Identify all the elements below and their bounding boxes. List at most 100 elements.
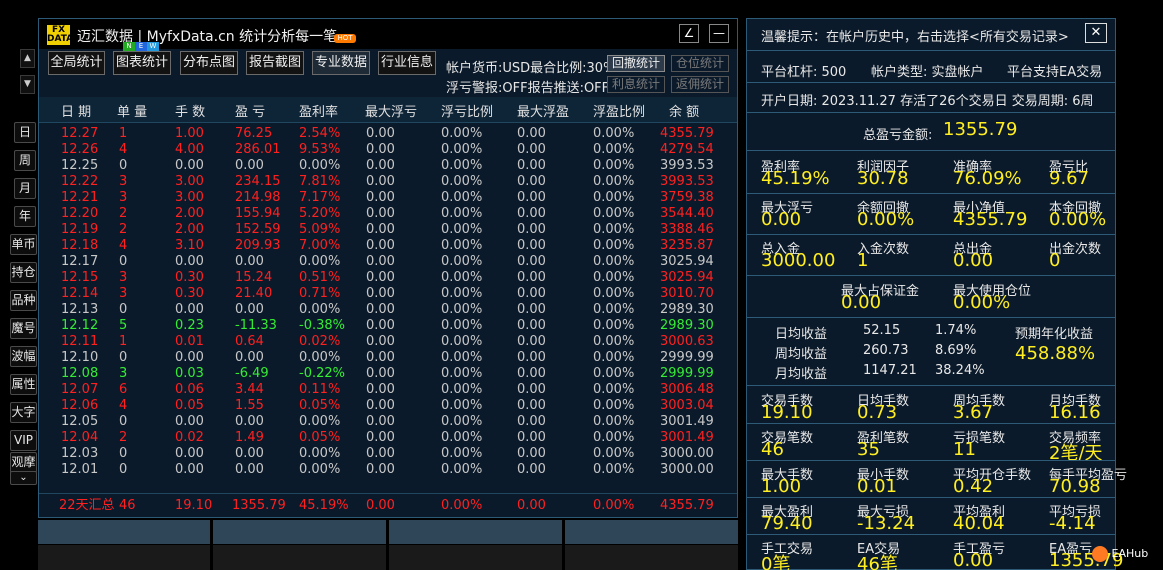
cell-pnl: 209.93 <box>235 238 281 253</box>
edit-icon[interactable]: ∠ <box>679 24 699 43</box>
close-icon[interactable]: ✕ <box>1085 23 1107 43</box>
scroll-down-button[interactable]: ▼ <box>20 75 35 94</box>
distribution-plot-button[interactable]: 分布点图 <box>180 51 238 75</box>
cell-date: 12.03 <box>61 446 99 461</box>
table-row[interactable]: 12.17 0 0.00 0.00 0.00% 0.00 0.00% 0.00 0.00% 302… <box>39 254 737 270</box>
cell-profit-rate: 7.00% <box>299 238 341 253</box>
table-row[interactable]: 12.03 0 0.00 0.00 0.00% 0.00 0.00% 0.00 0.00% 300… <box>39 446 737 462</box>
report-screenshot-button[interactable]: 报告截图 <box>246 51 304 75</box>
header-lots[interactable]: 手 数 <box>175 101 205 120</box>
tab-large-font[interactable]: 大字 <box>10 402 37 423</box>
cell-balance: 3000.00 <box>660 462 714 477</box>
tab-symbols[interactable]: 品种 <box>10 290 37 311</box>
stat-value: 3000.00 <box>761 250 836 271</box>
minimize-button[interactable]: — <box>709 24 729 43</box>
cell-pnl: 15.24 <box>235 270 273 285</box>
withdraw-stats-button[interactable]: 回撤统计 <box>607 55 665 72</box>
more-tabs-chevron-icon[interactable]: ⌄ <box>10 471 37 485</box>
industry-info-button[interactable]: 行业信息 <box>378 51 436 75</box>
scroll-up-button[interactable]: ▲ <box>20 49 35 68</box>
cell-profit-rate: 0.00% <box>299 350 341 365</box>
table-row[interactable]: 12.18 4 3.10 209.93 7.00% 0.00 0.00% 0.00 0.00% 3… <box>39 238 737 254</box>
tab-vip[interactable]: VIP <box>10 430 37 451</box>
table-row[interactable]: 12.10 0 0.00 0.00 0.00% 0.00 0.00% 0.00 0.00% 299… <box>39 350 737 366</box>
cell-float-loss-ratio: 0.00% <box>441 318 483 333</box>
header-profit-rate[interactable]: 盈利率 <box>299 101 338 120</box>
stat-value: 40.04 <box>953 513 1005 534</box>
cell-max-float-loss: 0.00 <box>366 398 395 413</box>
summary-max-float-loss: 0.00 <box>366 498 395 513</box>
cell-date: 12.08 <box>61 366 99 381</box>
table-row[interactable]: 12.08 3 0.03 -6.49 -0.22% 0.00 0.00% 0.00 0.00% 2… <box>39 366 737 382</box>
table-row[interactable]: 12.11 1 0.01 0.64 0.02% 0.00 0.00% 0.00 0.00% 300… <box>39 334 737 350</box>
cell-lots: 0.06 <box>175 382 204 397</box>
tab-holdings[interactable]: 持仓 <box>10 262 37 283</box>
table-row[interactable]: 12.20 2 2.00 155.94 5.20% 0.00 0.00% 0.00 0.00% 3… <box>39 206 737 222</box>
cell-date: 12.06 <box>61 398 99 413</box>
header-float-loss-ratio[interactable]: 浮亏比例 <box>441 101 493 120</box>
cell-max-float-loss: 0.00 <box>366 174 395 189</box>
table-row[interactable]: 12.21 3 3.00 214.98 7.17% 0.00 0.00% 0.00 0.00% 3… <box>39 190 737 206</box>
tab-day[interactable]: 日 <box>14 122 36 143</box>
cell-profit-rate: 0.05% <box>299 430 341 445</box>
table-row[interactable]: 12.15 3 0.30 15.24 0.51% 0.00 0.00% 0.00 0.00% 30… <box>39 270 737 286</box>
summary-lots: 19.10 <box>175 498 213 513</box>
bottom-bar-1[interactable] <box>38 520 210 544</box>
table-row[interactable]: 12.22 3 3.00 234.15 7.81% 0.00 0.00% 0.00 0.00% 3… <box>39 174 737 190</box>
header-max-float-loss[interactable]: 最大浮亏 <box>365 101 417 120</box>
cell-lots: 3.00 <box>175 190 204 205</box>
table-row[interactable]: 12.05 0 0.00 0.00 0.00% 0.00 0.00% 0.00 0.00% 300… <box>39 414 737 430</box>
cell-date: 12.04 <box>61 430 99 445</box>
cell-lots: 4.00 <box>175 142 204 157</box>
table-row[interactable]: 12.01 0 0.00 0.00 0.00% 0.00 0.00% 0.00 0.00% 300… <box>39 462 737 478</box>
tab-attributes[interactable]: 属性 <box>10 374 37 395</box>
cell-orders: 4 <box>119 238 128 253</box>
stat-value: 0.42 <box>953 476 994 497</box>
header-date[interactable]: 日 期 <box>61 101 91 120</box>
tab-magic-number[interactable]: 魔号 <box>10 318 37 339</box>
interest-stats-button[interactable]: 利息统计 <box>607 76 665 93</box>
bottom-bar-3[interactable] <box>389 520 562 544</box>
table-row[interactable]: 12.14 3 0.30 21.40 0.71% 0.00 0.00% 0.00 0.00% 30… <box>39 286 737 302</box>
table-row[interactable]: 12.27 1 1.00 76.25 2.54% 0.00 0.00% 0.00 0.00% 43… <box>39 126 737 142</box>
cell-profit-rate: 0.00% <box>299 414 341 429</box>
tab-observe[interactable]: 观摩 <box>10 452 37 473</box>
bottom-bar-2[interactable] <box>213 520 386 544</box>
header-balance[interactable]: 余 额 <box>669 101 699 120</box>
table-row[interactable]: 12.13 0 0.00 0.00 0.00% 0.00 0.00% 0.00 0.00% 298… <box>39 302 737 318</box>
bottom-bar-5 <box>38 545 210 570</box>
cell-float-loss-ratio: 0.00% <box>441 430 483 445</box>
table-row[interactable]: 12.04 2 0.02 1.49 0.05% 0.00 0.00% 0.00 0.00% 300… <box>39 430 737 446</box>
table-row[interactable]: 12.06 4 0.05 1.55 0.05% 0.00 0.00% 0.00 0.00% 300… <box>39 398 737 414</box>
header-orders[interactable]: 单 量 <box>117 101 147 120</box>
table-row[interactable]: 12.07 6 0.06 3.44 0.11% 0.00 0.00% 0.00 0.00% 300… <box>39 382 737 398</box>
cell-orders: 4 <box>119 398 128 413</box>
cell-max-float-profit: 0.00 <box>517 126 546 141</box>
new-badge-w: W <box>147 42 159 51</box>
pro-data-button[interactable]: 专业数据 <box>312 51 370 75</box>
cell-float-loss-ratio: 0.00% <box>441 350 483 365</box>
tab-single-currency[interactable]: 单币 <box>10 234 37 255</box>
table-row[interactable]: 12.25 0 0.00 0.00 0.00% 0.00 0.00% 0.00 0.00% 399… <box>39 158 737 174</box>
header-pnl[interactable]: 盈 亏 <box>235 101 265 120</box>
table-row[interactable]: 12.12 5 0.23 -11.33 -0.38% 0.00 0.00% 0.00 0.00%… <box>39 318 737 334</box>
chart-stats-button[interactable]: 图表统计 <box>113 51 171 75</box>
tab-volatility[interactable]: 波幅 <box>10 346 37 367</box>
bottom-bar-4[interactable] <box>565 520 738 544</box>
bottom-bar-6 <box>213 545 386 570</box>
table-row[interactable]: 12.26 4 4.00 286.01 9.53% 0.00 0.00% 0.00 0.00% 4… <box>39 142 737 158</box>
tab-month[interactable]: 月 <box>14 178 36 199</box>
tab-week[interactable]: 周 <box>14 150 36 171</box>
table-row[interactable]: 12.19 2 2.00 152.59 5.09% 0.00 0.00% 0.00 0.00% 3… <box>39 222 737 238</box>
header-float-profit-ratio[interactable]: 浮盈比例 <box>593 101 645 120</box>
cell-float-profit-ratio: 0.00% <box>593 158 635 173</box>
header-max-float-profit[interactable]: 最大浮盈 <box>517 101 569 120</box>
tab-year[interactable]: 年 <box>14 206 36 227</box>
position-stats-button[interactable]: 仓位统计 <box>671 55 729 72</box>
cell-float-loss-ratio: 0.00% <box>441 382 483 397</box>
cell-lots: 3.10 <box>175 238 204 253</box>
global-stats-button[interactable]: 全局统计 <box>48 51 105 75</box>
monthly-avg-label: 月均收益 <box>775 367 828 382</box>
cell-orders: 2 <box>119 206 128 221</box>
commission-stats-button[interactable]: 返佣统计 <box>671 76 729 93</box>
